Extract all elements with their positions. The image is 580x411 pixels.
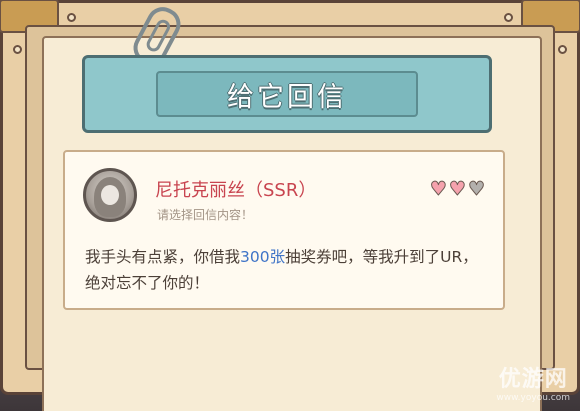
- reply-letter-card[interactable]: 尼托克丽丝（SSR） 请选择回信内容！ ♥ ♥ ♥ 我手头有点紧，你借我300张…: [63, 150, 505, 310]
- character-avatar: [83, 168, 137, 222]
- character-name: 尼托克丽丝（SSR）: [155, 180, 317, 201]
- screw-icon: [504, 13, 513, 22]
- heart-empty-icon: ♥: [467, 178, 485, 200]
- screw-icon: [13, 45, 22, 54]
- page-title: 给它回信: [227, 81, 347, 113]
- message-highlight: 300张: [240, 248, 286, 266]
- title-plate: 给它回信: [156, 71, 418, 117]
- heart-full-icon: ♥: [429, 178, 447, 200]
- watermark-url: www.yoyou.com: [496, 393, 570, 403]
- affection-hearts: ♥ ♥ ♥: [429, 178, 485, 200]
- watermark-logo: 优游网: [498, 366, 568, 392]
- watermark: 优游网 www.yoyou.com: [496, 361, 570, 403]
- letter-message: 我手头有点紧，你借我300张抽奖券吧，等我升到了UR，绝对忘不了你的！: [85, 244, 485, 296]
- message-text: 我手头有点紧，你借我: [85, 248, 241, 266]
- title-banner: 给它回信: [82, 55, 492, 133]
- screw-icon: [67, 13, 76, 22]
- heart-full-icon: ♥: [448, 178, 466, 200]
- screw-icon: [558, 45, 567, 54]
- reply-prompt: 请选择回信内容！: [157, 208, 254, 222]
